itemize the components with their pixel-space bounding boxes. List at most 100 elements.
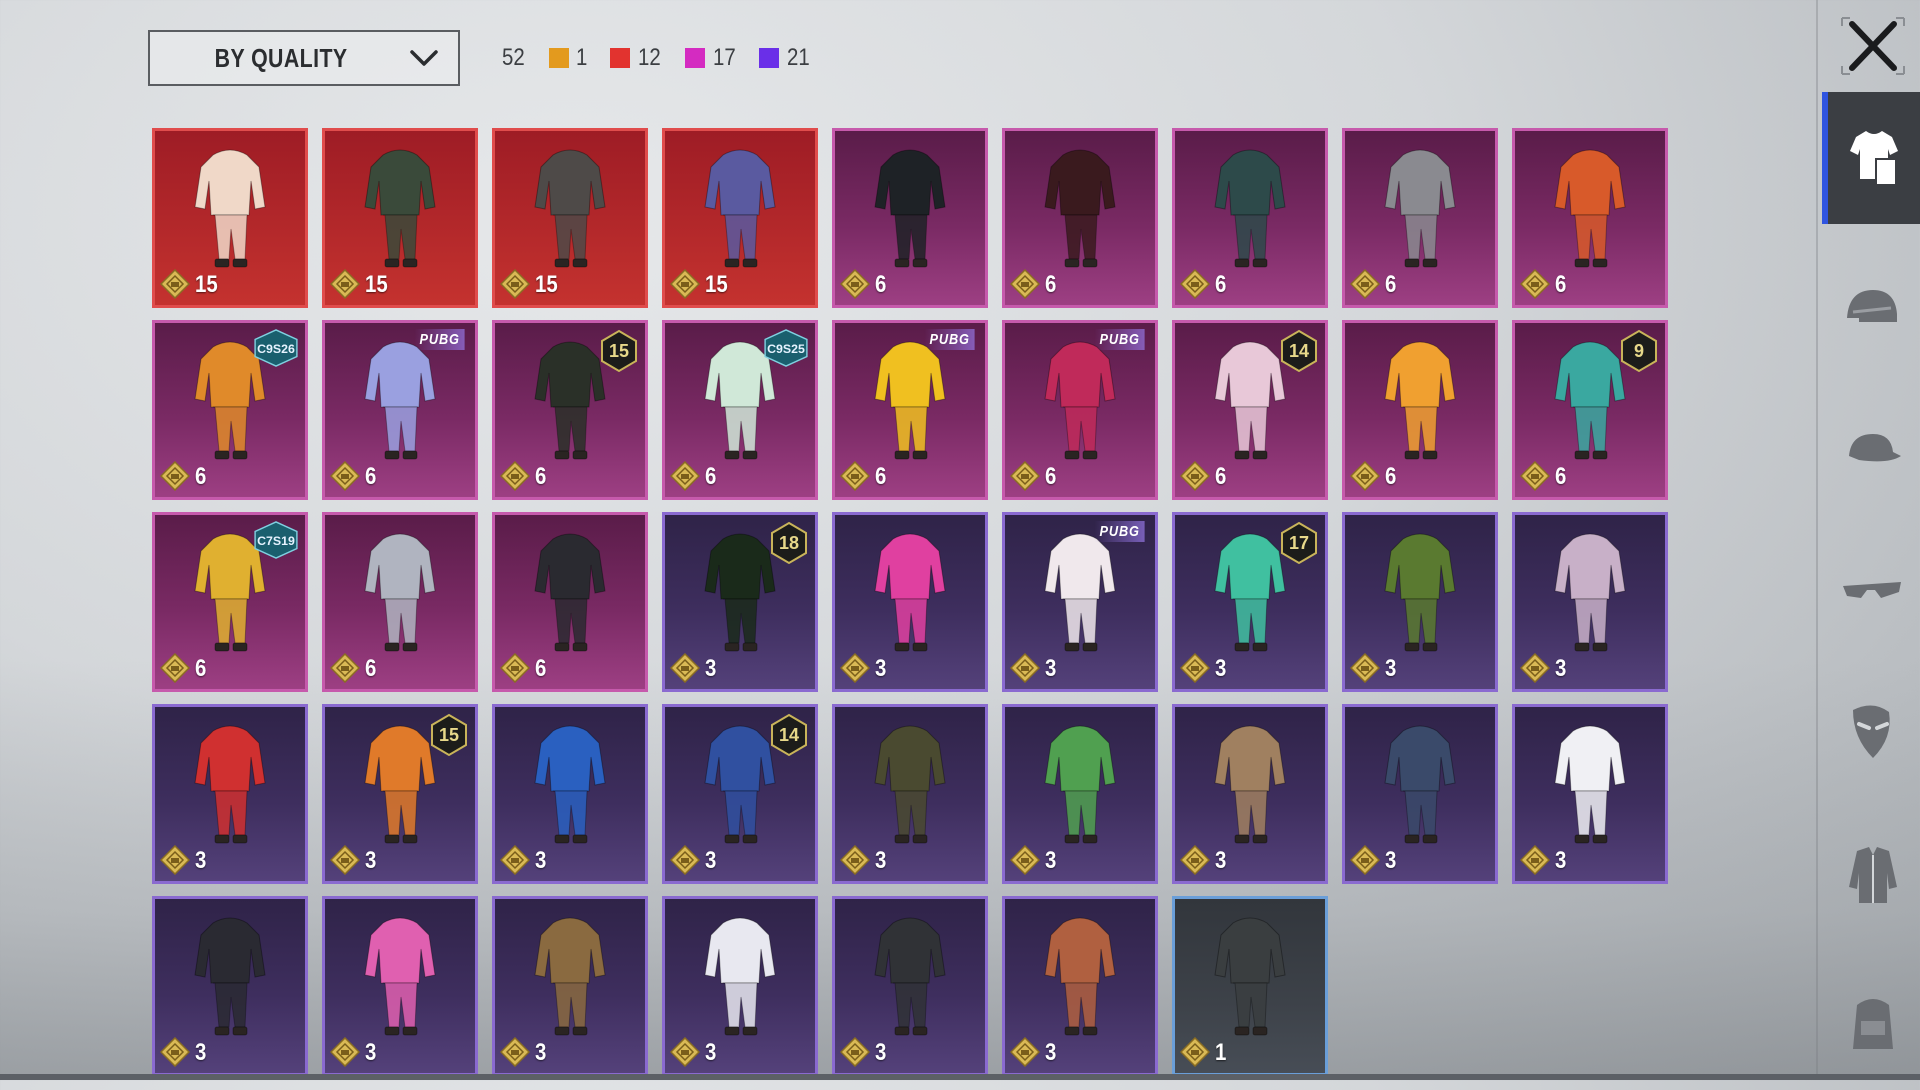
outfit-card[interactable]: 15 [152,128,308,308]
outfit-card[interactable]: 3 [662,896,818,1076]
outfit-card[interactable]: 6 [1342,128,1498,308]
outfit-card[interactable]: 3 [152,896,308,1076]
outfit-image [874,149,946,268]
outfit-card[interactable]: C9S25 6 [662,320,818,500]
coin-icon [1520,653,1550,683]
outfit-card[interactable]: 15 3 [322,704,478,884]
quality-swatch [759,48,780,68]
card-value: 6 [875,463,887,490]
outfit-card[interactable]: PUBG 6 [322,320,478,500]
outfit-image [534,725,606,844]
outfit-card[interactable]: PUBG 3 [1002,512,1158,692]
card-value: 3 [1215,655,1227,682]
brand-badge: PUBG [1094,521,1145,542]
sidebar-tab-glasses[interactable] [1822,525,1920,657]
card-value: 6 [365,655,377,682]
sidebar-tab-mask[interactable] [1822,665,1920,797]
outfit-card[interactable]: 3 [1172,704,1328,884]
outfit-card[interactable]: 6 [1342,320,1498,500]
outfit-card[interactable]: 3 [152,704,308,884]
outfit-card[interactable]: 6 [1002,128,1158,308]
outfit-card[interactable]: 15 [492,128,648,308]
coin-icon [500,461,530,491]
card-value: 3 [1215,847,1227,874]
outfit-image [1214,917,1286,1036]
inventory-grid: 15 15 15 15 6 6 6 6 6 C9S26 6 PUBG 6 15 6 C9S25 6 PUBG 6 PU… [152,128,1668,1076]
outfit-card[interactable]: PUBG 6 [1002,320,1158,500]
outfit-card[interactable]: 3 [1342,704,1498,884]
outfit-card[interactable]: 3 [492,896,648,1076]
level-badge-icon: 9 [1621,329,1657,373]
sidebar-tab-backpack[interactable] [1822,958,1920,1090]
card-value: 3 [705,847,717,874]
outfit-image [1554,533,1626,652]
card-value: 6 [365,463,377,490]
season-badge-icon: C7S19 [254,521,298,559]
outfit-card[interactable]: 14 6 [1172,320,1328,500]
card-value: 3 [365,847,377,874]
sidebar-tab-outfit-category[interactable] [1822,92,1920,224]
outfit-card[interactable]: 15 [662,128,818,308]
coin-icon [1010,845,1040,875]
sidebar-tab-helmet[interactable] [1822,245,1920,377]
outfit-card[interactable]: C9S26 6 [152,320,308,500]
outfit-card[interactable]: 3 [1512,512,1668,692]
sort-dropdown[interactable]: BY QUALITY [148,30,460,86]
outfit-card[interactable]: 15 [322,128,478,308]
card-value: 3 [1045,1039,1057,1066]
outfit-card[interactable]: 3 [832,512,988,692]
outfit-card[interactable]: 3 [1002,704,1158,884]
svg-text:17: 17 [1289,533,1309,553]
coin-icon [1350,461,1380,491]
card-value: 6 [705,463,717,490]
quality-count-mythic: 12 [610,44,663,72]
outfit-image [874,917,946,1036]
outfit-card[interactable]: 3 [1002,896,1158,1076]
outfit-card[interactable]: 1 [1172,896,1328,1076]
bottom-bar [0,1074,1920,1080]
coin-icon [840,269,870,299]
level-badge-icon: 17 [1281,521,1317,565]
outfit-card[interactable]: 17 3 [1172,512,1328,692]
outfit-card[interactable]: 3 [1512,704,1668,884]
outfit-card[interactable]: 3 [322,896,478,1076]
sidebar-tab-jacket[interactable] [1822,810,1920,942]
coin-icon [670,1037,700,1067]
coin-icon [1010,1037,1040,1067]
outfit-card[interactable]: 6 [832,128,988,308]
outfit-card[interactable]: C7S19 6 [152,512,308,692]
outfit-card[interactable]: 3 [1342,512,1498,692]
brand-badge: PUBG [1094,329,1145,350]
outfit-image [1384,533,1456,652]
outfit-card[interactable]: 14 3 [662,704,818,884]
coin-icon [1180,269,1210,299]
outfit-image [194,725,266,844]
outfit-card[interactable]: 96 [1512,320,1668,500]
outfit-card[interactable]: 6 [1172,128,1328,308]
outfit-image [1214,149,1286,268]
outfit-image [874,725,946,844]
helmet-icon [1847,290,1897,322]
outfit-image [534,917,606,1036]
coin-icon [1520,269,1550,299]
sidebar-tab-cap[interactable] [1822,385,1920,517]
card-value: 6 [195,463,207,490]
outfit-card[interactable]: 3 [832,704,988,884]
outfit-image [1554,149,1626,268]
card-value: 3 [1045,655,1057,682]
level-badge-icon: 18 [771,521,807,565]
outfit-card[interactable]: 6 [1512,128,1668,308]
outfit-card[interactable]: 15 6 [492,320,648,500]
outfit-card[interactable]: 3 [832,896,988,1076]
card-value: 3 [875,655,887,682]
outfit-card[interactable]: 18 3 [662,512,818,692]
outfit-card[interactable]: 6 [322,512,478,692]
outfit-card[interactable]: 3 [492,704,648,884]
brand-badge: PUBG [414,329,465,350]
outfit-image [704,149,776,268]
outfit-card[interactable]: 6 [492,512,648,692]
outfit-card[interactable]: PUBG 6 [832,320,988,500]
jacket-icon [1849,847,1897,903]
coin-icon [1180,653,1210,683]
outfit-image [1044,149,1116,268]
